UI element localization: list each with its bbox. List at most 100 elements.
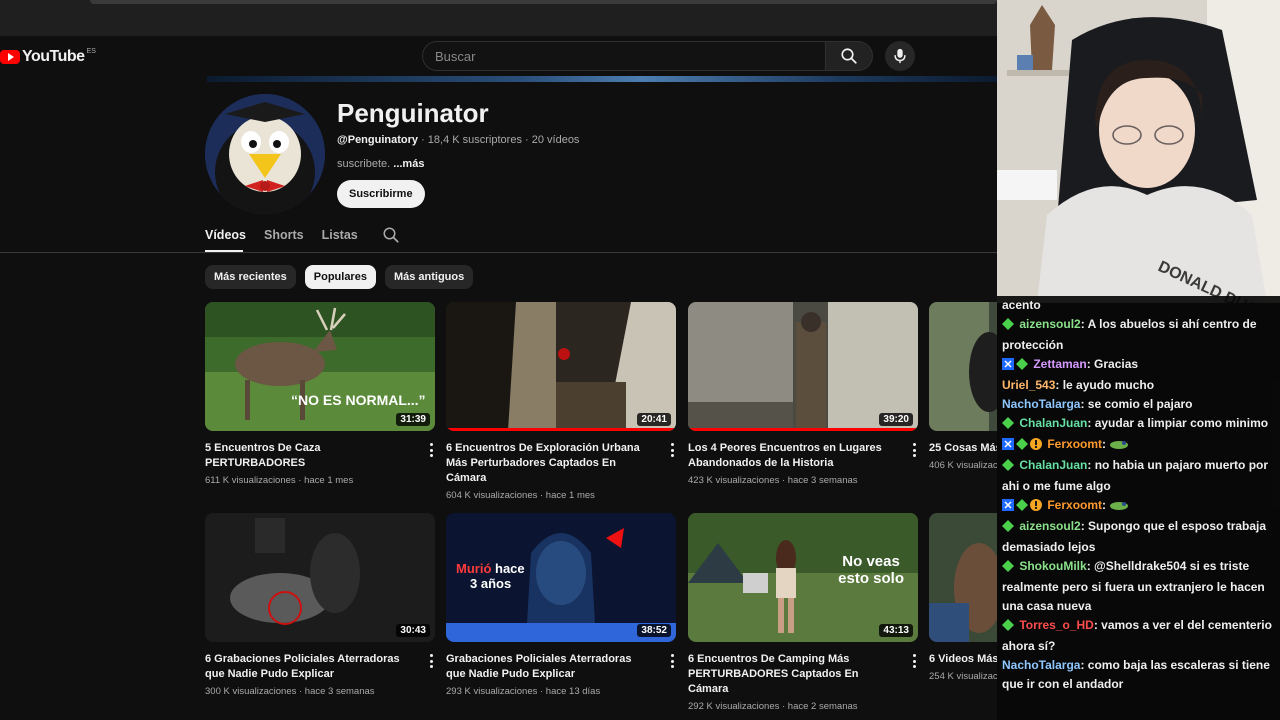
- video-title[interactable]: 6 Videos Más A Bosques (Vol.: [929, 652, 997, 667]
- watch-progress-bar: [688, 428, 918, 431]
- video-duration: 31:39: [396, 413, 430, 426]
- video-card[interactable]: Murió hace 3 años 38:52 Grabaciones Poli…: [446, 513, 676, 697]
- tabs-divider: [0, 252, 997, 253]
- more-options-icon[interactable]: [670, 654, 674, 668]
- search-button[interactable]: [825, 41, 873, 71]
- video-duration: 39:20: [879, 413, 913, 426]
- youtube-page: YouTube ES Penguinator @Penguinatory · 1…: [0, 36, 997, 720]
- chat-username[interactable]: Zettaman: [1033, 357, 1086, 371]
- logo-text: YouTube: [22, 48, 85, 65]
- chat-message: NachoTalarga: como baja las escaleras si…: [1002, 658, 1270, 691]
- video-card[interactable]: 39:20 Los 4 Peores Encuentros en Lugares…: [688, 302, 918, 486]
- video-thumbnail[interactable]: 20:41: [446, 302, 676, 431]
- chip-newest[interactable]: Más recientes: [205, 265, 296, 289]
- chat-username[interactable]: Ferxoomt: [1047, 498, 1102, 512]
- chat-username[interactable]: ChalanJuan: [1019, 458, 1087, 472]
- video-meta: 292 K visualizaciones · hace 2 semanas: [688, 701, 858, 712]
- thumbnail-overlay-text: Murió hace 3 años: [456, 561, 525, 591]
- more-link[interactable]: ...más: [393, 158, 424, 170]
- emote-icon: [1109, 498, 1129, 517]
- video-duration: 38:52: [637, 624, 671, 637]
- video-duration: 43:13: [879, 624, 913, 637]
- video-thumbnail[interactable]: 30:43: [205, 513, 435, 642]
- voice-search-button[interactable]: [885, 41, 915, 71]
- chat-username[interactable]: Ferxoomt: [1047, 437, 1102, 451]
- bits-badge-icon: [1030, 437, 1042, 456]
- video-title[interactable]: Los 4 Peores Encuentros en Lugares Aband…: [688, 441, 918, 471]
- more-options-icon[interactable]: [429, 654, 433, 668]
- chat-message: Ferxoomt:: [997, 496, 1280, 517]
- chip-oldest[interactable]: Más antiguos: [384, 265, 474, 289]
- browser-tab-strip: [0, 0, 997, 36]
- video-thumbnail[interactable]: 39:20: [688, 302, 918, 431]
- video-title[interactable]: 6 Encuentros De Exploración Urbana Más P…: [446, 441, 676, 486]
- streamer-webcam: DONALD DUCK: [997, 0, 1280, 303]
- chat-message: aizensoul2: A los abuelos si ahí centro …: [1002, 317, 1257, 352]
- watch-progress-bar: [446, 428, 676, 431]
- chat-username[interactable]: Torres_o_HD: [1019, 618, 1093, 632]
- thumbnail-overlay-text: “NO ES NORMAL...”: [291, 392, 426, 408]
- chat-message: ChalanJuan: ayudar a limpiar como minimo: [997, 414, 1280, 435]
- more-options-icon[interactable]: [670, 443, 674, 457]
- more-options-icon[interactable]: [912, 654, 916, 668]
- video-card[interactable]: No veas esto solo 43:13 6 Encuentros De …: [688, 513, 918, 712]
- chat-username[interactable]: aizensoul2: [1019, 317, 1080, 331]
- browser-tab[interactable]: [90, 0, 997, 4]
- video-meta: 300 K visualizaciones · hace 3 semanas: [205, 686, 375, 697]
- tab-shorts[interactable]: Shorts: [264, 228, 304, 242]
- video-thumbnail[interactable]: [929, 302, 997, 431]
- video-card[interactable]: 30:43 6 Grabaciones Policiales Aterrador…: [205, 513, 435, 697]
- video-title[interactable]: 6 Encuentros De Camping Más PERTURBADORE…: [688, 652, 918, 697]
- microphone-icon: [894, 48, 906, 64]
- video-duration: 20:41: [637, 413, 671, 426]
- sub-badge-icon: [1016, 357, 1028, 376]
- chat-username[interactable]: NachoTalarga: [1002, 397, 1080, 411]
- video-meta: 423 K visualizaciones · hace 3 semanas: [688, 475, 858, 486]
- chip-popular[interactable]: Populares: [304, 265, 376, 289]
- channel-meta: @Penguinatory · 18,4 K suscriptores · 20…: [337, 134, 579, 146]
- chat-message: Zettaman: Gracias: [997, 355, 1280, 376]
- chat-username[interactable]: aizensoul2: [1019, 519, 1080, 533]
- chat-username[interactable]: ShokouMilk: [1019, 559, 1086, 573]
- chat-username[interactable]: Uriel_543: [1002, 378, 1055, 392]
- video-title[interactable]: 25 Cosas Más Dashcams: [929, 441, 997, 456]
- video-count: · 20 vídeos: [525, 134, 580, 146]
- moderator-badge-icon: [1002, 357, 1014, 376]
- more-options-icon[interactable]: [429, 443, 433, 457]
- tab-videos[interactable]: Vídeos: [205, 228, 246, 242]
- chat-username[interactable]: NachoTalarga: [1002, 658, 1080, 672]
- channel-description[interactable]: suscribete. ...más: [337, 158, 424, 170]
- channel-name: Penguinator: [337, 98, 489, 128]
- sub-badge-icon: [1016, 498, 1028, 517]
- chat-message: Uriel_543: le ayudo mucho: [1002, 378, 1155, 392]
- video-card[interactable]: 20:41 6 Encuentros De Exploración Urbana…: [446, 302, 676, 501]
- chat-message: ShokouMilk: @Shelldrake504 si es triste …: [1002, 559, 1265, 613]
- video-title[interactable]: Grabaciones Policiales Aterradoras que N…: [446, 652, 676, 682]
- chat-message: aizensoul2: Supongo que el esposo trabaj…: [1002, 519, 1267, 554]
- video-thumbnail[interactable]: Murió hace 3 años 38:52: [446, 513, 676, 642]
- video-thumbnail[interactable]: No veas esto solo 43:13: [688, 513, 918, 642]
- video-card[interactable]: “NO ES NORMAL...” 31:39 5 Encuentros De …: [205, 302, 435, 486]
- video-card[interactable]: 25 Cosas Más Dashcams 406 K visualizaci: [929, 302, 997, 471]
- chat-message: Torres_o_HD: vamos a ver el del cementer…: [1002, 618, 1272, 653]
- search-input[interactable]: [423, 42, 825, 70]
- video-meta: 611 K visualizaciones · hace 1 mes: [205, 475, 354, 486]
- youtube-logo[interactable]: YouTube ES: [0, 48, 96, 66]
- video-thumbnail[interactable]: [929, 513, 997, 642]
- chat-username[interactable]: ChalanJuan: [1019, 416, 1087, 430]
- channel-tabs: Vídeos Shorts Listas: [205, 226, 400, 244]
- sub-badge-icon: [1002, 519, 1014, 538]
- video-card[interactable]: 6 Videos Más A Bosques (Vol. 254 K visua…: [929, 513, 997, 682]
- video-title[interactable]: 5 Encuentros De Caza PERTURBADORES: [205, 441, 435, 471]
- sub-badge-icon: [1016, 437, 1028, 456]
- channel-avatar[interactable]: [205, 94, 325, 214]
- channel-search-icon[interactable]: [382, 226, 400, 244]
- chat-message: ChalanJuan: no habia un pajaro muerto po…: [1002, 458, 1269, 493]
- tab-lists[interactable]: Listas: [322, 228, 358, 242]
- video-title[interactable]: 6 Grabaciones Policiales Aterradoras que…: [205, 652, 435, 682]
- chat-message: acento: [1002, 298, 1041, 312]
- video-thumbnail[interactable]: “NO ES NORMAL...” 31:39: [205, 302, 435, 431]
- subscribe-button[interactable]: Suscribirme: [337, 180, 425, 208]
- search-box: [422, 41, 826, 71]
- more-options-icon[interactable]: [912, 443, 916, 457]
